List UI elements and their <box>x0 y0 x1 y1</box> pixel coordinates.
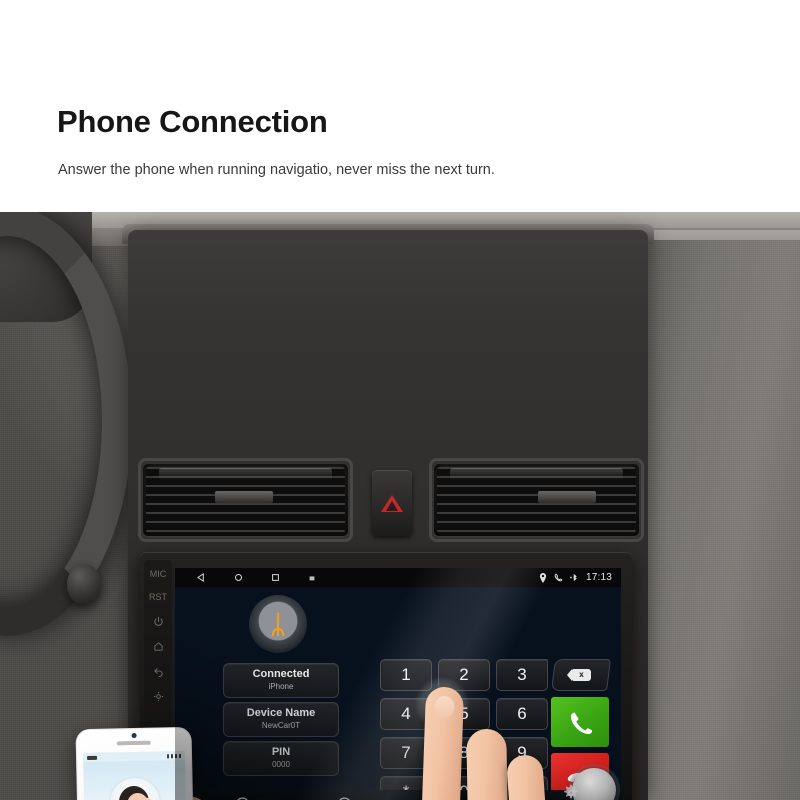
caller-avatar <box>109 777 161 800</box>
car-interior-photo: MIC RST 17:13 ᛦ Connected iPhone Device … <box>0 212 800 800</box>
info-device-title: Device Name <box>246 707 316 720</box>
back-icon[interactable] <box>197 573 206 582</box>
home-icon[interactable] <box>153 641 164 652</box>
ring-finger <box>505 753 555 800</box>
phone-camera <box>131 732 137 739</box>
dashboard-right-panel <box>630 240 800 800</box>
page-subtitle: Answer the phone when running navigatio,… <box>58 162 495 178</box>
phone-status-bar <box>82 750 186 763</box>
mic-icon[interactable]: MIC <box>150 570 167 579</box>
bluetooth-icon <box>570 573 579 582</box>
phone-screen[interactable] <box>82 750 189 800</box>
home-icon[interactable] <box>234 573 243 582</box>
battery-icon <box>87 755 98 760</box>
back-icon[interactable] <box>153 666 164 677</box>
hazard-triangle-icon <box>381 494 403 512</box>
air-vent-right-surround <box>429 458 644 542</box>
smartphone[interactable] <box>75 726 197 800</box>
bluetooth-icon: ᛦ <box>270 609 286 639</box>
info-connected[interactable]: Connected iPhone <box>223 663 339 698</box>
info-device-value: NewCar0T <box>261 721 301 731</box>
header-section: Phone Connection Answer the phone when r… <box>0 0 800 212</box>
dashboard-knob <box>67 564 101 604</box>
middle-finger <box>466 728 510 800</box>
info-device-name[interactable]: Device Name NewCar0T <box>223 702 339 737</box>
page-title: Phone Connection <box>57 104 328 139</box>
location-icon <box>539 572 547 583</box>
phone-earpiece <box>116 740 151 746</box>
recents-icon[interactable] <box>271 573 280 582</box>
hazard-light-button[interactable] <box>372 470 412 536</box>
bluetooth-status-badge: ᛦ <box>249 595 307 653</box>
index-finger <box>417 686 465 800</box>
power-icon[interactable] <box>153 616 164 627</box>
phone-icon <box>554 573 563 582</box>
signal-icon <box>166 753 182 758</box>
call-history-icon[interactable] <box>231 793 253 800</box>
info-pin-title: PIN <box>271 746 291 759</box>
info-connected-title: Connected <box>252 668 310 681</box>
apps-icon[interactable] <box>308 574 316 582</box>
info-connected-value: iPhone <box>268 682 294 692</box>
info-pin-value: 0000 <box>272 760 290 770</box>
info-pin[interactable]: PIN 0000 <box>223 741 339 776</box>
reset-icon[interactable]: RST <box>149 593 167 602</box>
nav-icon[interactable] <box>153 691 164 702</box>
android-status-bar: 17:13 <box>175 568 621 587</box>
air-vent-left-surround <box>138 458 353 542</box>
hand-touching-screen <box>330 667 630 800</box>
status-bar-clock: 17:13 <box>585 572 612 583</box>
